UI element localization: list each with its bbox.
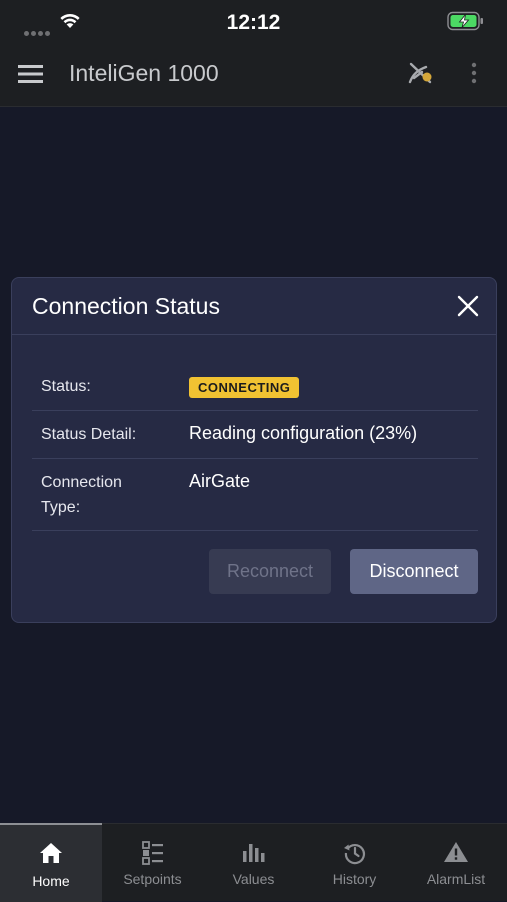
disconnect-button[interactable]: Disconnect xyxy=(350,549,478,594)
status-badge: CONNECTING xyxy=(189,377,300,398)
nav-alarmlist[interactable]: AlarmList xyxy=(405,824,507,901)
nav-home-label: Home xyxy=(32,873,70,889)
history-icon xyxy=(304,841,405,865)
nav-history-label: History xyxy=(332,871,377,887)
status-bar: 12:12 xyxy=(0,0,507,42)
reconnect-button[interactable]: Reconnect xyxy=(209,549,331,594)
status-row: Status: CONNECTING xyxy=(32,360,478,411)
dialog-title: Connection Status xyxy=(32,293,220,319)
bottom-navigation: Home Setpoints Values History AlarmList xyxy=(0,823,507,902)
nav-setpoints[interactable]: Setpoints xyxy=(102,824,203,901)
nav-home[interactable]: Home xyxy=(0,823,102,902)
app-title: InteliGen 1000 xyxy=(69,60,219,86)
nav-alarmlist-label: AlarmList xyxy=(426,871,486,887)
hamburger-menu-icon[interactable] xyxy=(18,64,43,89)
status-detail-value: Reading configuration (23%) xyxy=(189,423,418,443)
more-options-icon[interactable] xyxy=(470,62,478,89)
status-label: Status: xyxy=(41,378,91,395)
status-detail-label: Status Detail: xyxy=(41,426,137,443)
setpoints-icon xyxy=(102,841,203,865)
nav-setpoints-label: Setpoints xyxy=(123,871,182,887)
alarm-icon xyxy=(405,841,507,863)
nav-history[interactable]: History xyxy=(304,824,405,901)
nav-values[interactable]: Values xyxy=(203,824,304,901)
connection-type-value: AirGate xyxy=(189,471,251,491)
app-bar: InteliGen 1000 xyxy=(0,42,507,107)
battery-charging-icon xyxy=(447,11,485,36)
nav-values-label: Values xyxy=(232,871,275,887)
dialog-header: Connection Status xyxy=(12,278,496,335)
connection-type-label: Connection Type: xyxy=(41,474,122,516)
close-icon[interactable] xyxy=(457,295,479,322)
connection-status-dialog: Connection Status Status: CONNECTING Sta… xyxy=(11,277,497,623)
connection-status-icon[interactable] xyxy=(406,60,436,91)
connection-type-row: Connection Type: AirGate xyxy=(32,458,478,531)
values-icon xyxy=(203,841,304,863)
clock: 12:12 xyxy=(226,11,281,34)
home-icon xyxy=(0,842,102,864)
status-detail-row: Status Detail: Reading configuration (23… xyxy=(32,410,478,459)
